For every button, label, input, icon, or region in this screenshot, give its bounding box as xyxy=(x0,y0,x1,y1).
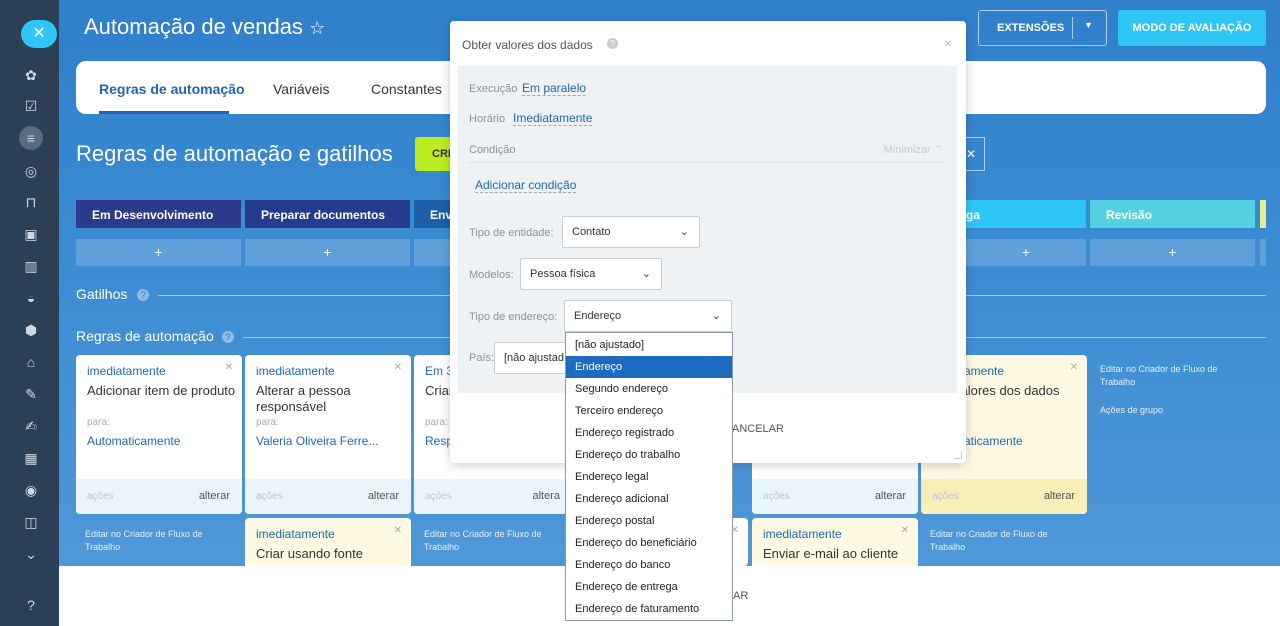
option-endereco-beneficiario[interactable]: Endereço do beneficiário xyxy=(566,532,732,554)
add-condition-link[interactable]: Adicionar condição xyxy=(475,178,577,193)
minimize-button[interactable]: Minimizar ⌃ xyxy=(884,143,943,156)
close-icon[interactable]: × xyxy=(944,35,952,51)
add-stage-button[interactable] xyxy=(1260,239,1266,266)
bank-icon[interactable]: ⌂ xyxy=(22,353,40,371)
close-icon[interactable]: ✕ xyxy=(225,362,233,373)
extensions-button[interactable]: EXTENSÕES ▼ xyxy=(978,10,1107,46)
execution-link[interactable]: Em paralelo xyxy=(522,81,587,96)
rules-title: Regras de automação xyxy=(76,328,214,344)
stage-em-desenvolvimento[interactable]: Em Desenvolvimento xyxy=(76,200,241,228)
tab-rules[interactable]: Regras de automação xyxy=(99,81,245,97)
add-stage-button[interactable] xyxy=(414,239,450,266)
automation-card[interactable]: imediatamente ✕ Enviar e-mail ao cliente xyxy=(752,518,918,566)
chevron-down-icon[interactable]: ▼ xyxy=(1084,20,1093,30)
stage-revisao[interactable]: Revisão xyxy=(1090,200,1255,228)
tab-constants[interactable]: Constantes xyxy=(371,81,442,97)
page-title: Automação de vendas ☆ xyxy=(84,14,326,39)
cancel-button[interactable]: ANCELAR xyxy=(732,423,784,435)
evaluation-mode-button[interactable]: MODO DE AVALIAÇÃO xyxy=(1118,10,1266,46)
box-icon[interactable]: ⬢ xyxy=(22,321,40,339)
time-link[interactable]: Imediatamente xyxy=(513,111,593,126)
close-icon[interactable]: ✕ xyxy=(1070,362,1078,373)
option-segundo-endereco[interactable]: Segundo endereço xyxy=(566,378,732,400)
models-label: Modelos: xyxy=(469,269,514,281)
circle-icon[interactable]: ◉ xyxy=(22,481,40,499)
edit-workflow-link[interactable]: Editar no Criador de Fluxo de Trabalho xyxy=(85,528,225,554)
option-endereco-banco[interactable]: Endereço do banco xyxy=(566,554,732,576)
tasks-icon[interactable]: ☑ xyxy=(22,97,40,115)
edit-workflow-link[interactable]: Editar no Criador de Fluxo de Trabalho xyxy=(424,528,564,554)
chevron-down-icon: ⌄ xyxy=(711,310,721,322)
stage-enviar[interactable]: Envi xyxy=(414,200,455,228)
automation-card[interactable]: imediatamente ✕ Alterar a pessoa respons… xyxy=(245,355,411,514)
cancel-button[interactable]: AR xyxy=(733,590,748,602)
analytics-icon[interactable]: ▥ xyxy=(22,257,40,275)
automation-card[interactable]: imediatamente ✕ Adicionar item de produt… xyxy=(76,355,242,514)
section-title: Regras de automação e gatilhos xyxy=(76,141,393,166)
option-endereco-adicional[interactable]: Endereço adicional xyxy=(566,488,732,510)
help-icon[interactable]: ? xyxy=(137,289,149,301)
resize-handle[interactable] xyxy=(954,451,962,459)
option-endereco-entrega[interactable]: Endereço de entrega xyxy=(566,576,732,598)
option-endereco-legal[interactable]: Endereço legal xyxy=(566,466,732,488)
star-icon[interactable]: ☆ xyxy=(309,18,325,38)
create-button[interactable]: CRI xyxy=(415,137,455,171)
chevron-down-icon: ⌄ xyxy=(679,226,689,238)
close-icon[interactable]: ✕ xyxy=(901,525,909,536)
stage-preparar-documentos[interactable]: Preparar documentos xyxy=(245,200,410,228)
edit-doc-icon[interactable]: ✍ xyxy=(22,417,40,435)
close-icon[interactable]: ✕ xyxy=(394,525,402,536)
option-endereco-postal[interactable]: Endereço postal xyxy=(566,510,732,532)
entity-type-label: Tipo de entidade: xyxy=(469,227,554,239)
automation-card[interactable]: imediatamente ✕ Criar usando fonte xyxy=(245,518,411,566)
option-endereco-trabalho[interactable]: Endereço do trabalho xyxy=(566,444,732,466)
group-actions-link[interactable]: Ações de grupo xyxy=(1100,404,1163,417)
time-label: Horário xyxy=(469,113,506,125)
crm-funnel-icon[interactable]: ≡ xyxy=(19,126,43,150)
address-type-dropdown: [não ajustado] Endereço Segundo endereço… xyxy=(565,332,733,621)
execution-label: Execução xyxy=(469,83,518,95)
stage-entrega[interactable]: ga xyxy=(966,200,1086,228)
calendar-icon[interactable]: ▦ xyxy=(22,449,40,467)
close-icon[interactable]: ✕ xyxy=(21,20,57,48)
target-icon[interactable]: ◎ xyxy=(22,162,40,180)
activity-icon[interactable]: ✿ xyxy=(22,66,40,84)
option-nao-ajustado[interactable]: [não ajustado] xyxy=(566,334,732,356)
edit-workflow-link[interactable]: Editar no Criador de Fluxo de Trabalho xyxy=(930,528,1070,554)
condition-label: Condição xyxy=(469,144,516,156)
stage-next[interactable] xyxy=(1260,200,1266,228)
robot-icon[interactable]: ◒ xyxy=(22,289,40,307)
left-rail: ✕ ✿ ☑ ≡ ◎ ⊓ ▣ ▥ ◒ ⬢ ⌂ ✎ ✍ ▦ ◉ ◫ ⌄ ? xyxy=(0,0,59,626)
add-stage-button[interactable]: + xyxy=(1090,239,1255,266)
help-icon[interactable]: ? xyxy=(22,596,40,614)
tab-variables[interactable]: Variáveis xyxy=(273,81,330,97)
option-endereco-faturamento[interactable]: Endereço de faturamento xyxy=(566,598,732,620)
help-icon[interactable]: ? xyxy=(222,331,234,343)
sign-icon[interactable]: ✎ xyxy=(22,385,40,403)
address-type-select[interactable]: Endereço ⌄ xyxy=(564,300,732,332)
extensions-label: EXTENSÕES xyxy=(997,22,1065,34)
entity-type-select[interactable]: Contato ⌄ xyxy=(562,216,700,248)
option-terceiro-endereco[interactable]: Terceiro endereço xyxy=(566,400,732,422)
add-stage-button[interactable]: + xyxy=(76,239,241,266)
widgets-icon[interactable]: ◫ xyxy=(22,513,40,531)
chevron-down-icon: ⌄ xyxy=(641,268,651,280)
more-icon[interactable]: ⌄ xyxy=(22,545,40,563)
contacts-icon[interactable]: ▣ xyxy=(22,225,40,243)
option-endereco-registrado[interactable]: Endereço registrado xyxy=(566,422,732,444)
add-stage-button[interactable]: + xyxy=(245,239,410,266)
cart-icon[interactable]: ⊓ xyxy=(22,193,40,211)
country-select[interactable]: [não ajustad xyxy=(494,342,566,374)
add-stage-button[interactable]: + xyxy=(966,239,1086,266)
option-endereco[interactable]: Endereço xyxy=(566,356,732,378)
help-icon[interactable]: ? xyxy=(607,38,618,49)
close-icon[interactable]: ✕ xyxy=(394,362,402,373)
dialog-title: Obter valores dos dados xyxy=(462,38,593,52)
country-label: País: xyxy=(469,352,495,364)
address-type-label: Tipo de endereço: xyxy=(469,311,558,323)
triggers-title: Gatilhos xyxy=(76,286,128,302)
edit-workflow-link[interactable]: Editar no Criador de Fluxo de Trabalho xyxy=(1100,363,1240,389)
models-select[interactable]: Pessoa física ⌄ xyxy=(520,258,662,290)
